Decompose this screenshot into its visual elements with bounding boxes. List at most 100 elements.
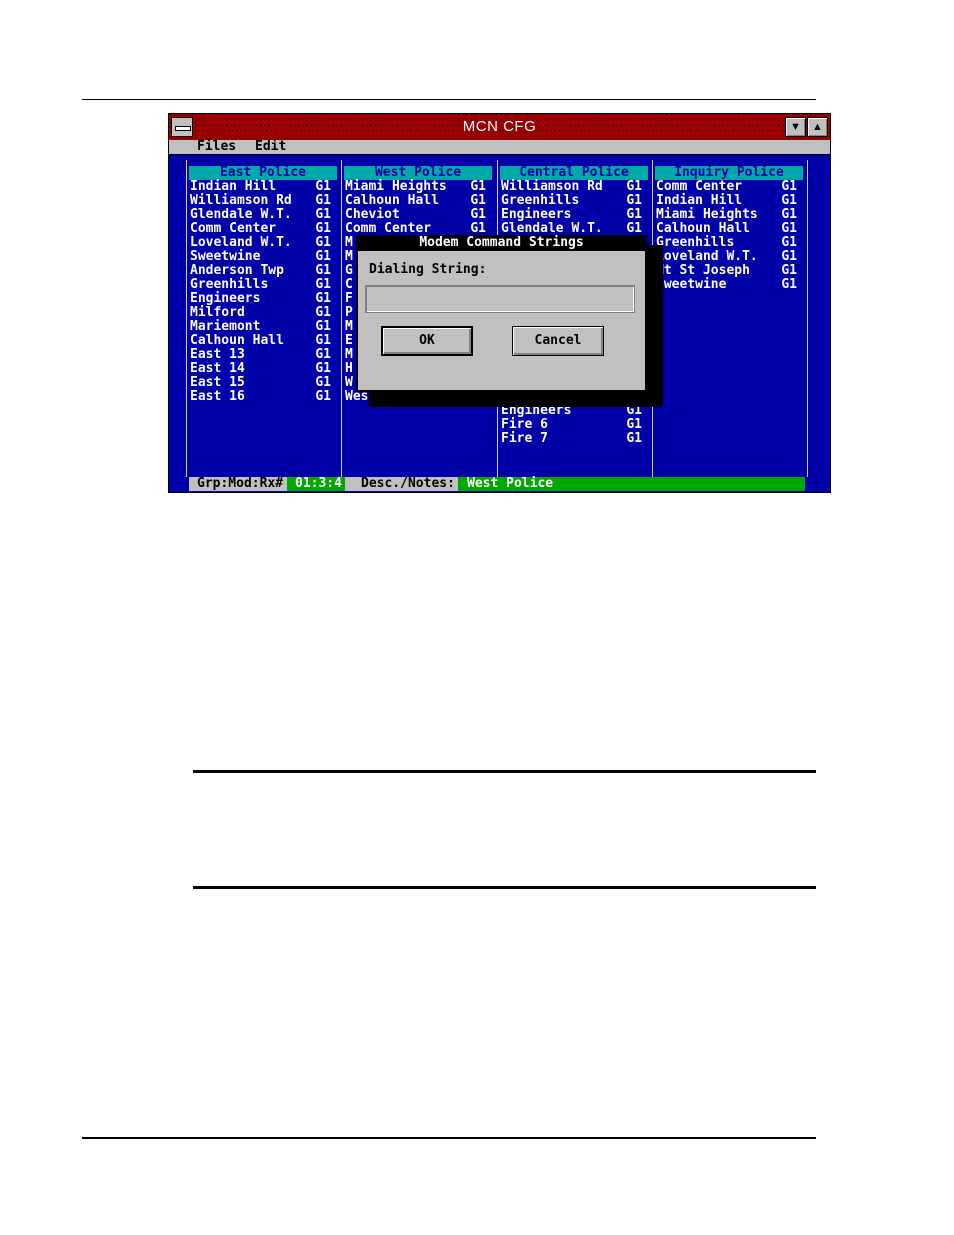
item-name: East 14 — [190, 361, 245, 376]
item-name: Engineers — [190, 291, 261, 306]
list-item[interactable]: East 16 G1 — [187, 390, 339, 404]
list-item[interactable]: Glendale W.T. G1 — [498, 222, 650, 236]
item-name: Loveland W.T. — [656, 249, 758, 264]
item-name: Comm Center — [345, 221, 432, 236]
menu-files[interactable]: Files — [197, 140, 236, 154]
column-header: Inquiry Police — [655, 166, 803, 180]
list-item[interactable]: East 13 G1 — [187, 348, 339, 362]
list-item[interactable]: Comm Center G1 — [187, 222, 339, 236]
list-item[interactable]: Comm Center G1 — [342, 222, 494, 236]
item-name: Comm Center — [656, 179, 743, 194]
item-group: G1 — [315, 277, 331, 292]
address-value: 01:3:4 — [295, 476, 342, 491]
item-group: G1 — [315, 291, 331, 306]
desc-value: West Police — [467, 476, 554, 491]
list-item[interactable]: Loveland W.T. G1 — [187, 236, 339, 250]
list-item[interactable]: East 14 G1 — [187, 362, 339, 376]
dialog-body: Dialing String: OK Cancel — [358, 251, 645, 390]
item-name: Williamson Rd — [501, 179, 603, 194]
list-item[interactable]: Milford G1 — [187, 306, 339, 320]
note-top-rule — [193, 770, 816, 773]
list-item[interactable]: Fire 7 G1 — [498, 432, 650, 446]
item-group: G1 — [315, 389, 331, 404]
item-group: G1 — [315, 305, 331, 320]
list-item[interactable]: Calhoun Hall G1 — [342, 194, 494, 208]
item-name: H — [345, 361, 353, 376]
column-header: West Police — [344, 166, 492, 180]
list-item[interactable]: Williamson Rd G1 — [498, 180, 650, 194]
item-name: Fire 7 — [501, 431, 548, 446]
ok-button[interactable]: OK — [381, 326, 473, 356]
list-item[interactable]: Engineers G1 — [498, 208, 650, 222]
list-item[interactable]: Fire 6 G1 — [498, 418, 650, 432]
list-item[interactable]: Miami Heights G1 — [342, 180, 494, 194]
item-name: W — [345, 375, 353, 390]
maximize-button[interactable]: ▲ — [807, 117, 828, 137]
item-group: G1 — [315, 207, 331, 222]
list-item[interactable]: Sweetwine G1 — [653, 278, 805, 292]
item-group: G1 — [470, 193, 486, 208]
item-name: Indian Hill — [190, 179, 277, 194]
item-name: M — [345, 319, 353, 334]
list-item[interactable]: Indian Hill G1 — [187, 180, 339, 194]
item-group: G1 — [315, 263, 331, 278]
top-rule — [82, 99, 816, 100]
list-item[interactable]: Anderson Twp G1 — [187, 264, 339, 278]
list-item[interactable]: Engineers G1 — [187, 292, 339, 306]
status-bar: Grp:Mod:Rx# 01:3:4 Desc./Notes: West Pol… — [189, 477, 805, 491]
item-group: G1 — [781, 277, 797, 292]
list-item[interactable]: Mariemont G1 — [187, 320, 339, 334]
column-header: Central Police — [500, 166, 648, 180]
item-group: G1 — [315, 347, 331, 362]
item-name: Calhoun Hall — [345, 193, 439, 208]
item-name: Williamson Rd — [190, 193, 292, 208]
list-item[interactable]: Indian Hill G1 — [653, 194, 805, 208]
list-item[interactable]: Comm Center G1 — [653, 180, 805, 194]
item-name: East 13 — [190, 347, 245, 362]
list-item[interactable]: Sweetwine G1 — [187, 250, 339, 264]
triangle-up-icon: ▲ — [812, 121, 823, 133]
menu-edit[interactable]: Edit — [255, 140, 286, 154]
bottom-rule — [82, 1137, 816, 1139]
list-item[interactable]: Calhoun Hall G1 — [653, 222, 805, 236]
list-item[interactable]: Calhoun Hall G1 — [187, 334, 339, 348]
item-name: M — [345, 249, 353, 264]
item-group: G1 — [781, 179, 797, 194]
item-name: East 15 — [190, 375, 245, 390]
item-name: Anderson Twp — [190, 263, 284, 278]
item-name: Miami Heights — [656, 207, 758, 222]
item-group: G1 — [315, 179, 331, 194]
minimize-button[interactable]: ▼ — [785, 117, 806, 137]
item-group: G1 — [470, 179, 486, 194]
item-name: Indian Hill — [656, 193, 743, 208]
cancel-button[interactable]: Cancel — [512, 326, 604, 356]
item-name: Miami Heights — [345, 179, 447, 194]
list-item[interactable]: Loveland W.T. G1 — [653, 250, 805, 264]
dialog-title: Modem Command Strings — [419, 235, 584, 250]
title-bar[interactable]: MCN CFG ▼ ▲ — [169, 114, 830, 140]
window-title: MCN CFG — [462, 118, 537, 135]
column-header: East Police — [189, 166, 337, 180]
item-name: Loveland W.T. — [190, 235, 292, 250]
list-item[interactable]: East 15 G1 — [187, 376, 339, 390]
dialing-string-input[interactable] — [365, 285, 635, 313]
item-group: G1 — [315, 333, 331, 348]
item-group: G1 — [781, 235, 797, 250]
triangle-down-icon: ▼ — [790, 121, 801, 133]
item-name: Sweetwine — [190, 249, 261, 264]
list-item[interactable]: Greenhills G1 — [187, 278, 339, 292]
item-name: East 16 — [190, 389, 245, 404]
desc-label: Desc./Notes: — [345, 477, 458, 491]
item-group: G1 — [470, 221, 486, 236]
list-item[interactable]: Mt St Joseph G1 — [653, 264, 805, 278]
list-item[interactable]: Greenhills G1 — [653, 236, 805, 250]
item-name: Engineers — [501, 207, 572, 222]
item-group: G1 — [626, 207, 642, 222]
list-item[interactable]: Miami Heights G1 — [653, 208, 805, 222]
column-inquiry-police: Inquiry Police Comm Center G1 Indian Hill G1… — [653, 166, 805, 292]
list-item[interactable]: Williamson Rd G1 — [187, 194, 339, 208]
list-item[interactable]: Glendale W.T. G1 — [187, 208, 339, 222]
item-group: G1 — [781, 221, 797, 236]
list-item[interactable]: Greenhills G1 — [498, 194, 650, 208]
list-item[interactable]: Cheviot G1 — [342, 208, 494, 222]
